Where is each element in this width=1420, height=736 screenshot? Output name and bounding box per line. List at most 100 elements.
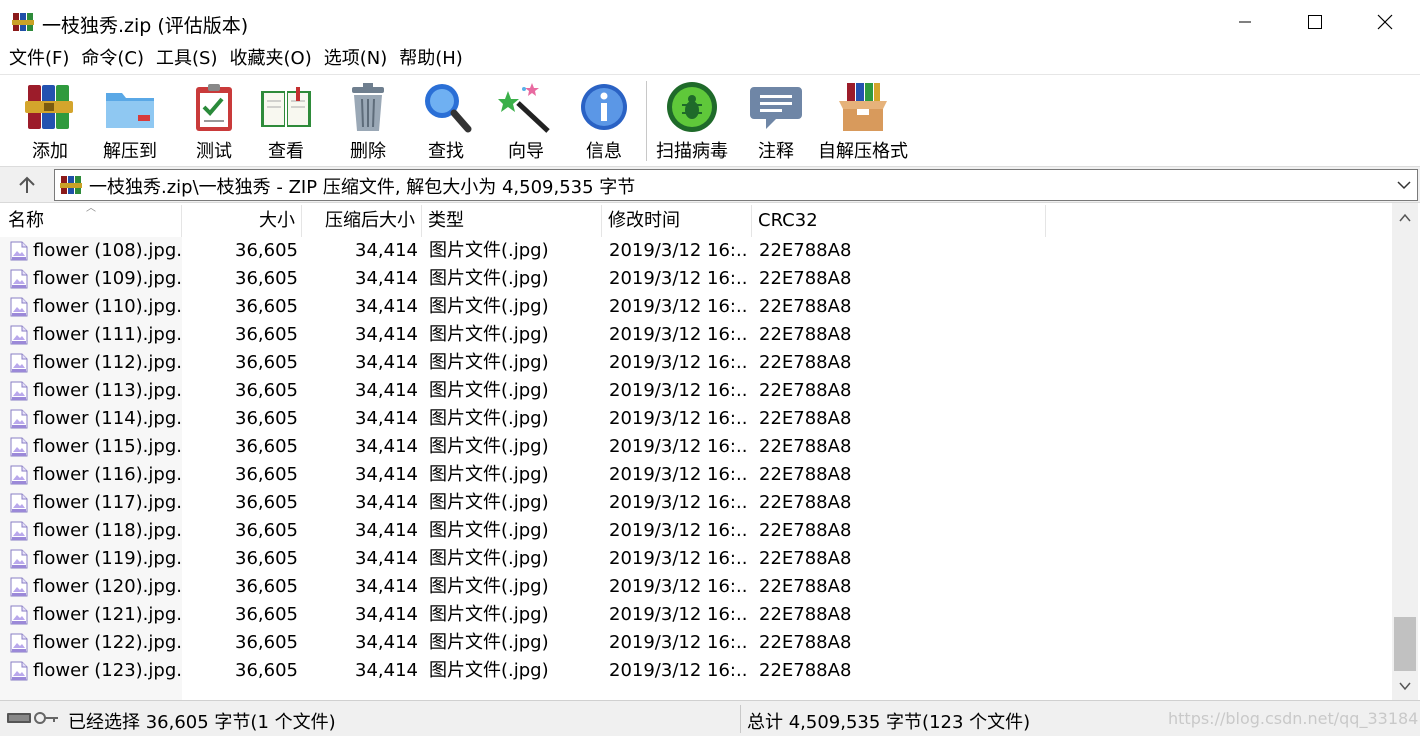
- col-header-name[interactable]: ︿ 名称: [0, 203, 182, 237]
- file-row[interactable]: flower (108).jpg... 36,605 34,414 图片文件(.jpg…: [0, 237, 1392, 265]
- menu-tools[interactable]: 工具(S): [150, 44, 223, 74]
- path-text: 一枝独秀.zip\一枝独秀 - ZIP 压缩文件, 解包大小为 4,509,53…: [89, 177, 636, 198]
- chevron-down-icon[interactable]: [1395, 176, 1413, 194]
- file-row[interactable]: flower (123).jpg... 36,605 34,414 图片文件(.jpg…: [0, 657, 1392, 685]
- file-crc-cell: 22E788A8: [759, 576, 852, 597]
- minimize-button[interactable]: [1210, 0, 1280, 44]
- file-name-cell: flower (118).jpg...: [8, 517, 182, 545]
- file-name-cell: flower (119).jpg...: [8, 545, 182, 573]
- find-button[interactable]: 查找: [418, 79, 474, 165]
- file-modified-cell: 2019/3/12 16:...: [609, 408, 749, 429]
- extract-to-button[interactable]: 解压到: [102, 79, 158, 165]
- file-name-cell: flower (114).jpg...: [8, 405, 182, 433]
- file-type-cell: 图片文件(.jpg): [429, 240, 549, 261]
- add-button[interactable]: 添加: [22, 79, 78, 165]
- file-row[interactable]: flower (122).jpg... 36,605 34,414 图片文件(.jpg…: [0, 629, 1392, 657]
- file-size-cell: 36,605: [235, 436, 298, 457]
- file-type-cell: 图片文件(.jpg): [429, 408, 549, 429]
- scan-virus-button[interactable]: 扫描病毒: [656, 79, 728, 165]
- file-packed-cell: 34,414: [355, 604, 418, 625]
- drive-key-icon: [7, 712, 58, 724]
- col-header-crc[interactable]: CRC32: [752, 205, 1046, 237]
- file-packed-cell: 34,414: [355, 408, 418, 429]
- jpg-file-icon: [10, 521, 28, 541]
- chevron-down-icon: [1399, 682, 1411, 691]
- scroll-up-button[interactable]: [1392, 205, 1418, 231]
- file-modified-cell: 2019/3/12 16:...: [609, 436, 749, 457]
- file-row[interactable]: flower (115).jpg... 36,605 34,414 图片文件(.jpg…: [0, 433, 1392, 461]
- close-button[interactable]: [1350, 0, 1420, 44]
- file-row[interactable]: flower (118).jpg... 36,605 34,414 图片文件(.jpg…: [0, 517, 1392, 545]
- file-packed-cell: 34,414: [355, 268, 418, 289]
- file-row[interactable]: flower (114).jpg... 36,605 34,414 图片文件(.jpg…: [0, 405, 1392, 433]
- winrar-app-icon[interactable]: [12, 11, 34, 33]
- file-row[interactable]: flower (120).jpg... 36,605 34,414 图片文件(.jpg…: [0, 573, 1392, 601]
- jpg-file-icon: [10, 661, 28, 681]
- menu-options[interactable]: 选项(N): [318, 44, 394, 74]
- file-row[interactable]: flower (112).jpg... 36,605 34,414 图片文件(.jpg…: [0, 349, 1392, 377]
- up-folder-button[interactable]: [8, 171, 46, 199]
- test-button[interactable]: 测试: [186, 79, 242, 165]
- wizard-button[interactable]: 向导: [498, 79, 554, 165]
- file-type-cell: 图片文件(.jpg): [429, 268, 549, 289]
- file-modified-cell: 2019/3/12 16:...: [609, 632, 749, 653]
- file-name-cell: flower (115).jpg...: [8, 433, 182, 461]
- comment-button[interactable]: 注释: [748, 79, 804, 165]
- file-row[interactable]: flower (116).jpg... 36,605 34,414 图片文件(.jpg…: [0, 461, 1392, 489]
- view-button[interactable]: 查看: [258, 79, 314, 165]
- col-header-packed[interactable]: 压缩后大小: [302, 205, 422, 237]
- file-row[interactable]: flower (109).jpg... 36,605 34,414 图片文件(.jpg…: [0, 265, 1392, 293]
- file-name-cell: flower (112).jpg...: [8, 349, 182, 377]
- delete-button[interactable]: 删除: [340, 79, 396, 165]
- file-name-cell: flower (109).jpg...: [8, 265, 182, 293]
- file-size-cell: 36,605: [235, 548, 298, 569]
- maximize-button[interactable]: [1280, 0, 1350, 44]
- file-type-cell: 图片文件(.jpg): [429, 324, 549, 345]
- sort-ascending-icon: ︿: [86, 203, 96, 214]
- file-crc-cell: 22E788A8: [759, 324, 852, 345]
- col-header-type[interactable]: 类型: [422, 205, 602, 237]
- col-header-size[interactable]: 大小: [182, 205, 302, 237]
- file-crc-cell: 22E788A8: [759, 268, 852, 289]
- menu-help[interactable]: 帮助(H): [393, 44, 469, 74]
- magic-wand-icon: [498, 83, 550, 133]
- file-row[interactable]: flower (117).jpg... 36,605 34,414 图片文件(.jpg…: [0, 489, 1392, 517]
- file-crc-cell: 22E788A8: [759, 352, 852, 373]
- file-crc-cell: 22E788A8: [759, 632, 852, 653]
- menu-commands[interactable]: 命令(C): [75, 44, 150, 74]
- watermark-text: https://blog.csdn.net/qq_33184105: [1168, 709, 1420, 728]
- file-row[interactable]: flower (119).jpg... 36,605 34,414 图片文件(.jpg…: [0, 545, 1392, 573]
- path-combobox[interactable]: 一枝独秀.zip\一枝独秀 - ZIP 压缩文件, 解包大小为 4,509,53…: [54, 169, 1418, 201]
- file-packed-cell: 34,414: [355, 660, 418, 681]
- file-row[interactable]: flower (110).jpg... 36,605 34,414 图片文件(.jpg…: [0, 293, 1392, 321]
- file-row[interactable]: flower (121).jpg... 36,605 34,414 图片文件(.jpg…: [0, 601, 1392, 629]
- scroll-down-button[interactable]: [1392, 673, 1418, 699]
- file-type-cell: 图片文件(.jpg): [429, 352, 549, 373]
- file-modified-cell: 2019/3/12 16:...: [609, 296, 749, 317]
- add-archive-icon: [25, 85, 73, 129]
- menu-favorites[interactable]: 收藏夹(O): [224, 44, 318, 74]
- file-modified-cell: 2019/3/12 16:...: [609, 324, 749, 345]
- file-size-cell: 36,605: [235, 240, 298, 261]
- menu-file[interactable]: 文件(F): [3, 44, 75, 74]
- file-row[interactable]: flower (113).jpg... 36,605 34,414 图片文件(.jpg…: [0, 377, 1392, 405]
- vertical-scrollbar[interactable]: [1392, 203, 1418, 701]
- file-name-cell: flower (111).jpg...: [8, 321, 182, 349]
- info-button[interactable]: 信息: [576, 79, 632, 165]
- file-row[interactable]: flower (111).jpg... 36,605 34,414 图片文件(.jpg…: [0, 321, 1392, 349]
- status-separator: [740, 705, 741, 733]
- file-size-cell: 36,605: [235, 576, 298, 597]
- jpg-file-icon: [10, 381, 28, 401]
- jpg-file-icon: [10, 409, 28, 429]
- col-header-modified[interactable]: 修改时间: [602, 205, 752, 237]
- scroll-thumb[interactable]: [1394, 617, 1416, 671]
- sfx-button[interactable]: 自解压格式: [818, 79, 908, 165]
- file-type-cell: 图片文件(.jpg): [429, 492, 549, 513]
- file-size-cell: 36,605: [235, 324, 298, 345]
- file-size-cell: 36,605: [235, 632, 298, 653]
- archive-icon: [60, 176, 82, 194]
- file-name-cell: flower (120).jpg...: [8, 573, 182, 601]
- file-modified-cell: 2019/3/12 16:...: [609, 604, 749, 625]
- jpg-file-icon: [10, 241, 28, 261]
- file-size-cell: 36,605: [235, 408, 298, 429]
